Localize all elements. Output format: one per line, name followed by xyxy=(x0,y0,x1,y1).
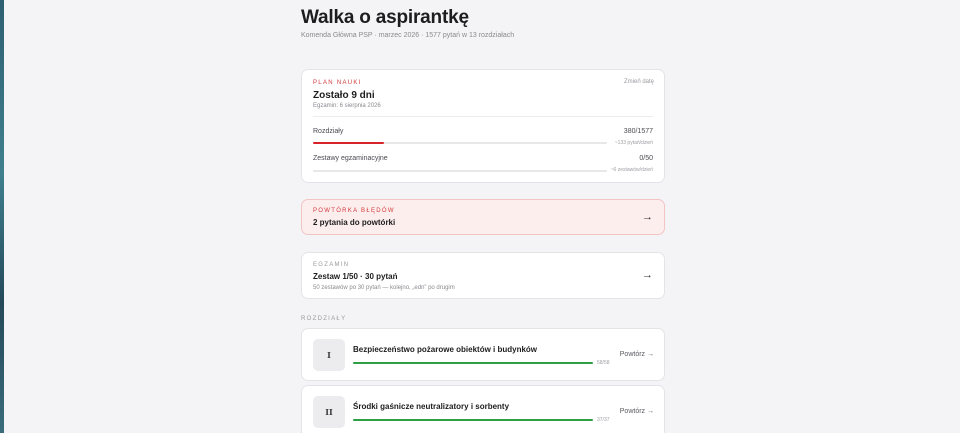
chapter-card[interactable]: II Środki gaśnicze neutralizatory i sorb… xyxy=(301,385,665,433)
review-text: 2 pytania do powtórki xyxy=(313,218,396,227)
exam-date: Egzamin: 6 sierpnia 2026 xyxy=(313,103,381,109)
chapter-number: II xyxy=(313,396,345,428)
chapter-name: Środki gaśnicze neutralizatory i sorbent… xyxy=(353,402,510,411)
exam-sets-progress-value: 0/50 xyxy=(639,155,653,162)
review-label: POWTÓRKA BŁĘDÓW xyxy=(313,208,395,214)
chapter-progress-count: 58/58 xyxy=(597,360,610,366)
exam-set-text: Zestaw 1/50 · 30 pytań xyxy=(313,272,398,281)
chapter-number: I xyxy=(313,339,345,371)
chapter-progress-fill xyxy=(353,362,593,364)
exam-sets-progress-track xyxy=(313,170,607,172)
desktop-edge xyxy=(0,0,4,433)
chapter-name: Bezpieczeństwo pożarowe obiektów i budyn… xyxy=(353,345,538,354)
chapters-section-label: ROZDZIAŁY xyxy=(301,316,347,322)
plan-label: PLAN NAUKI xyxy=(313,80,362,86)
days-remaining: Zostało 9 dni xyxy=(313,90,375,101)
chapter-progress-fill xyxy=(353,419,593,421)
chapters-progress-fill xyxy=(313,142,384,144)
chapters-progress-track xyxy=(313,142,607,144)
change-date-button[interactable]: Zmień datę xyxy=(624,79,654,85)
exam-sets-progress-label: Zestawy egzaminacyjne xyxy=(313,155,388,162)
chapters-progress-label: Rozdziały xyxy=(313,128,344,135)
mistakes-review-card[interactable]: POWTÓRKA BŁĘDÓW 2 pytania do powtórki → xyxy=(301,199,665,235)
arrow-right-icon[interactable]: → xyxy=(642,269,653,281)
exam-sets-progress-note: ~6 zestawów/dzień xyxy=(610,167,653,173)
exam-card[interactable]: EGZAMIN Zestaw 1/50 · 30 pytań 50 zestaw… xyxy=(301,252,665,299)
arrow-right-icon[interactable]: → xyxy=(642,211,653,223)
exam-label: EGZAMIN xyxy=(313,262,350,268)
chapter-card[interactable]: I Bezpieczeństwo pożarowe obiektów i bud… xyxy=(301,328,665,381)
chapters-progress-value: 380/1577 xyxy=(623,128,653,135)
repeat-chapter-button[interactable]: Powtórz → xyxy=(620,351,654,358)
repeat-chapter-button[interactable]: Powtórz → xyxy=(620,408,654,415)
chapter-progress-track xyxy=(353,362,593,364)
study-plan-card: PLAN NAUKI Zmień datę Zostało 9 dni Egza… xyxy=(301,69,665,183)
chapter-progress-track xyxy=(353,419,593,421)
chapters-progress-note: ~133 pytań/dzień xyxy=(614,140,653,146)
page-title: Walka o aspirantkę xyxy=(301,7,469,28)
plan-divider xyxy=(313,116,653,117)
page-subtitle: Komenda Główna PSP · marzec 2026 · 1577 … xyxy=(301,32,515,39)
exam-description: 50 zestawów po 30 pytań — kolejno, „edn”… xyxy=(313,285,455,291)
chapter-progress-count: 37/37 xyxy=(597,417,610,423)
